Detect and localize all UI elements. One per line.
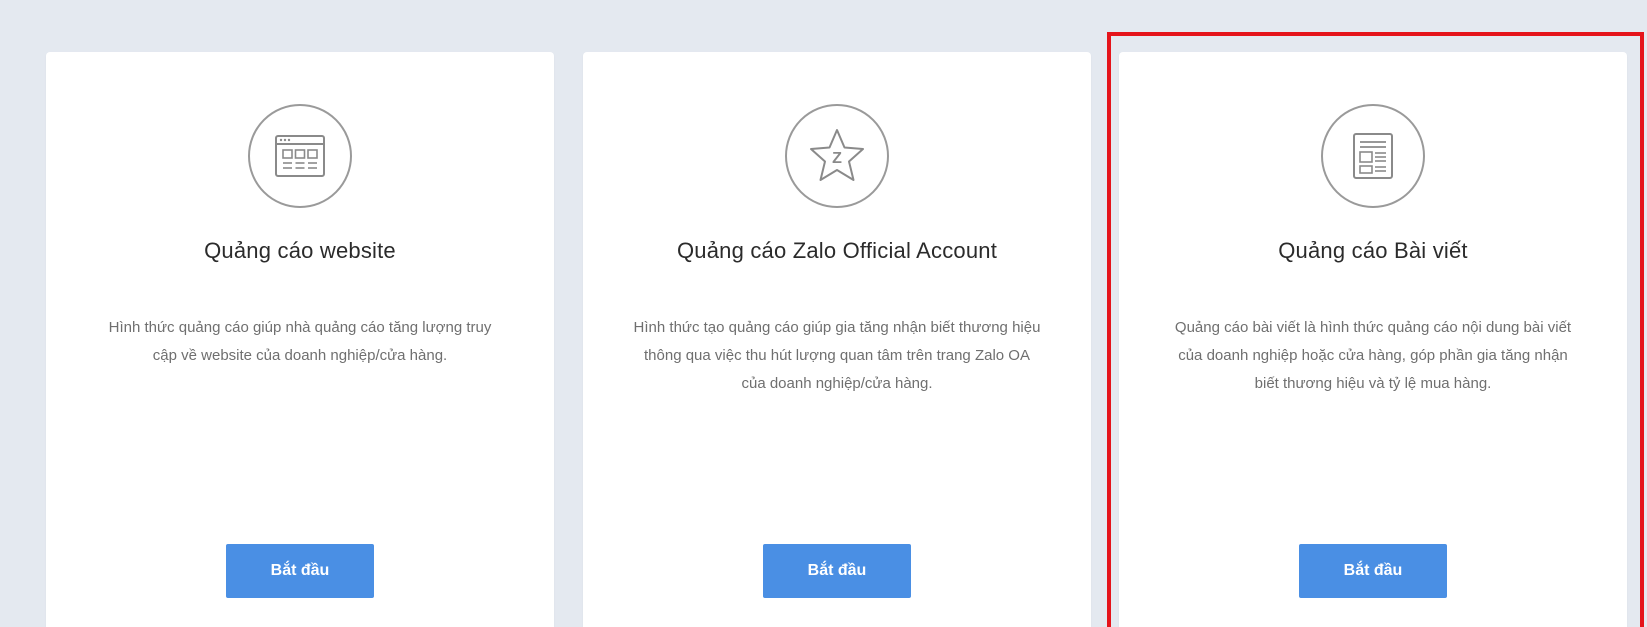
start-button-article[interactable]: Bắt đầu [1299, 544, 1447, 598]
card-description: Hình thức quảng cáo giúp nhà quảng cáo t… [108, 319, 492, 364]
card-title: Quảng cáo Bài viết [1278, 238, 1468, 263]
start-button-zalo-oa[interactable]: Bắt đầu [763, 544, 911, 598]
card-article-ads[interactable]: Quảng cáo Bài viết Quảng cáo bài viết là… [1119, 52, 1627, 627]
website-grid-icon [248, 104, 352, 208]
zalo-letter: Z [832, 150, 842, 167]
zalo-star-icon: Z [785, 104, 889, 208]
card-zalo-oa-ads[interactable]: Z Quảng cáo Zalo Official Account Hình t… [583, 52, 1091, 627]
card-description: Hình thức tạo quảng cáo giúp gia tăng nh… [633, 319, 1041, 392]
card-title: Quảng cáo website [204, 238, 396, 263]
article-newspaper-icon [1321, 104, 1425, 208]
ad-type-cards: Quảng cáo website Hình thức quảng cáo gi… [0, 0, 1647, 627]
card-website-ads[interactable]: Quảng cáo website Hình thức quảng cáo gi… [46, 52, 554, 627]
start-button-website[interactable]: Bắt đầu [226, 544, 374, 598]
card-description: Quảng cáo bài viết là hình thức quảng cá… [1174, 319, 1572, 392]
card-title: Quảng cáo Zalo Official Account [676, 238, 998, 263]
